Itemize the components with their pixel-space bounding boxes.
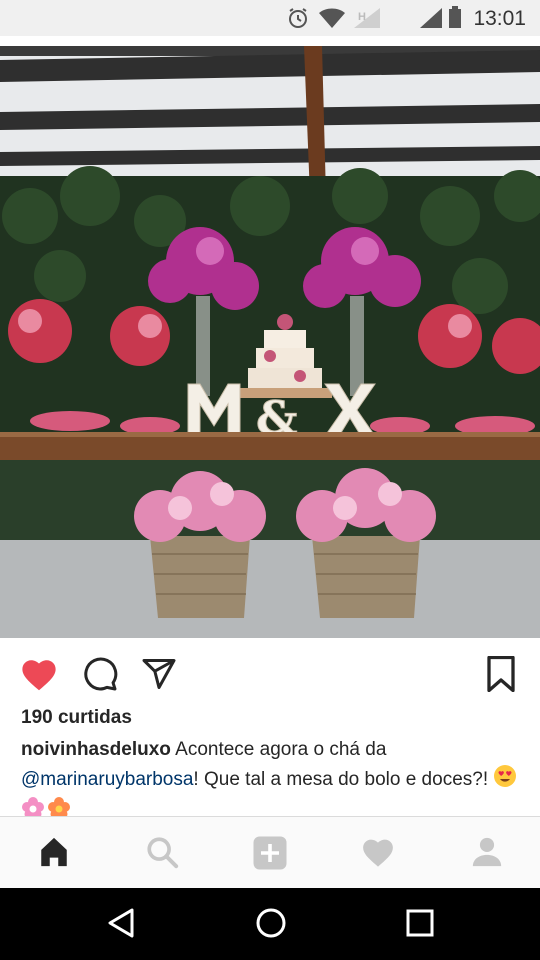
bottom-nav	[0, 816, 540, 888]
status-bar: H 13:01	[0, 0, 540, 36]
likes-count[interactable]: 190 curtidas	[21, 707, 132, 729]
battery-icon	[447, 6, 463, 35]
back-icon[interactable]	[106, 906, 136, 945]
add-post-icon[interactable]	[252, 835, 288, 876]
heart-eyes-emoji	[493, 764, 517, 797]
svg-text:H: H	[358, 11, 366, 23]
signal-icon	[418, 6, 444, 35]
caption-username[interactable]: noivinhasdeluxo	[21, 739, 171, 760]
share-icon[interactable]	[140, 656, 178, 697]
post-actions	[0, 650, 540, 698]
alarm-icon	[286, 6, 310, 35]
home-icon[interactable]	[37, 835, 71, 874]
comment-icon[interactable]	[82, 656, 118, 697]
bookmark-icon[interactable]	[486, 655, 516, 697]
caption-mention[interactable]: @marinaruybarbosa	[21, 769, 193, 790]
search-icon[interactable]	[145, 835, 179, 874]
activity-heart-icon[interactable]	[361, 835, 395, 874]
recents-icon[interactable]	[405, 906, 435, 945]
post-photo[interactable]: &	[0, 46, 540, 638]
post-caption: noivinhasdeluxo Acontece agora o chá da …	[21, 736, 521, 829]
caption-text: Acontece agora o chá da	[170, 739, 387, 760]
profile-icon[interactable]	[470, 835, 504, 874]
home-circle-icon[interactable]	[254, 906, 288, 945]
wifi-icon	[318, 6, 346, 35]
status-time: 13:01	[473, 7, 526, 30]
h-network-icon: H	[352, 6, 384, 35]
android-nav-bar	[0, 888, 540, 960]
caption-text-end: ! Que tal a mesa do bolo e doces?!	[193, 768, 494, 790]
like-heart-icon[interactable]	[20, 656, 58, 697]
